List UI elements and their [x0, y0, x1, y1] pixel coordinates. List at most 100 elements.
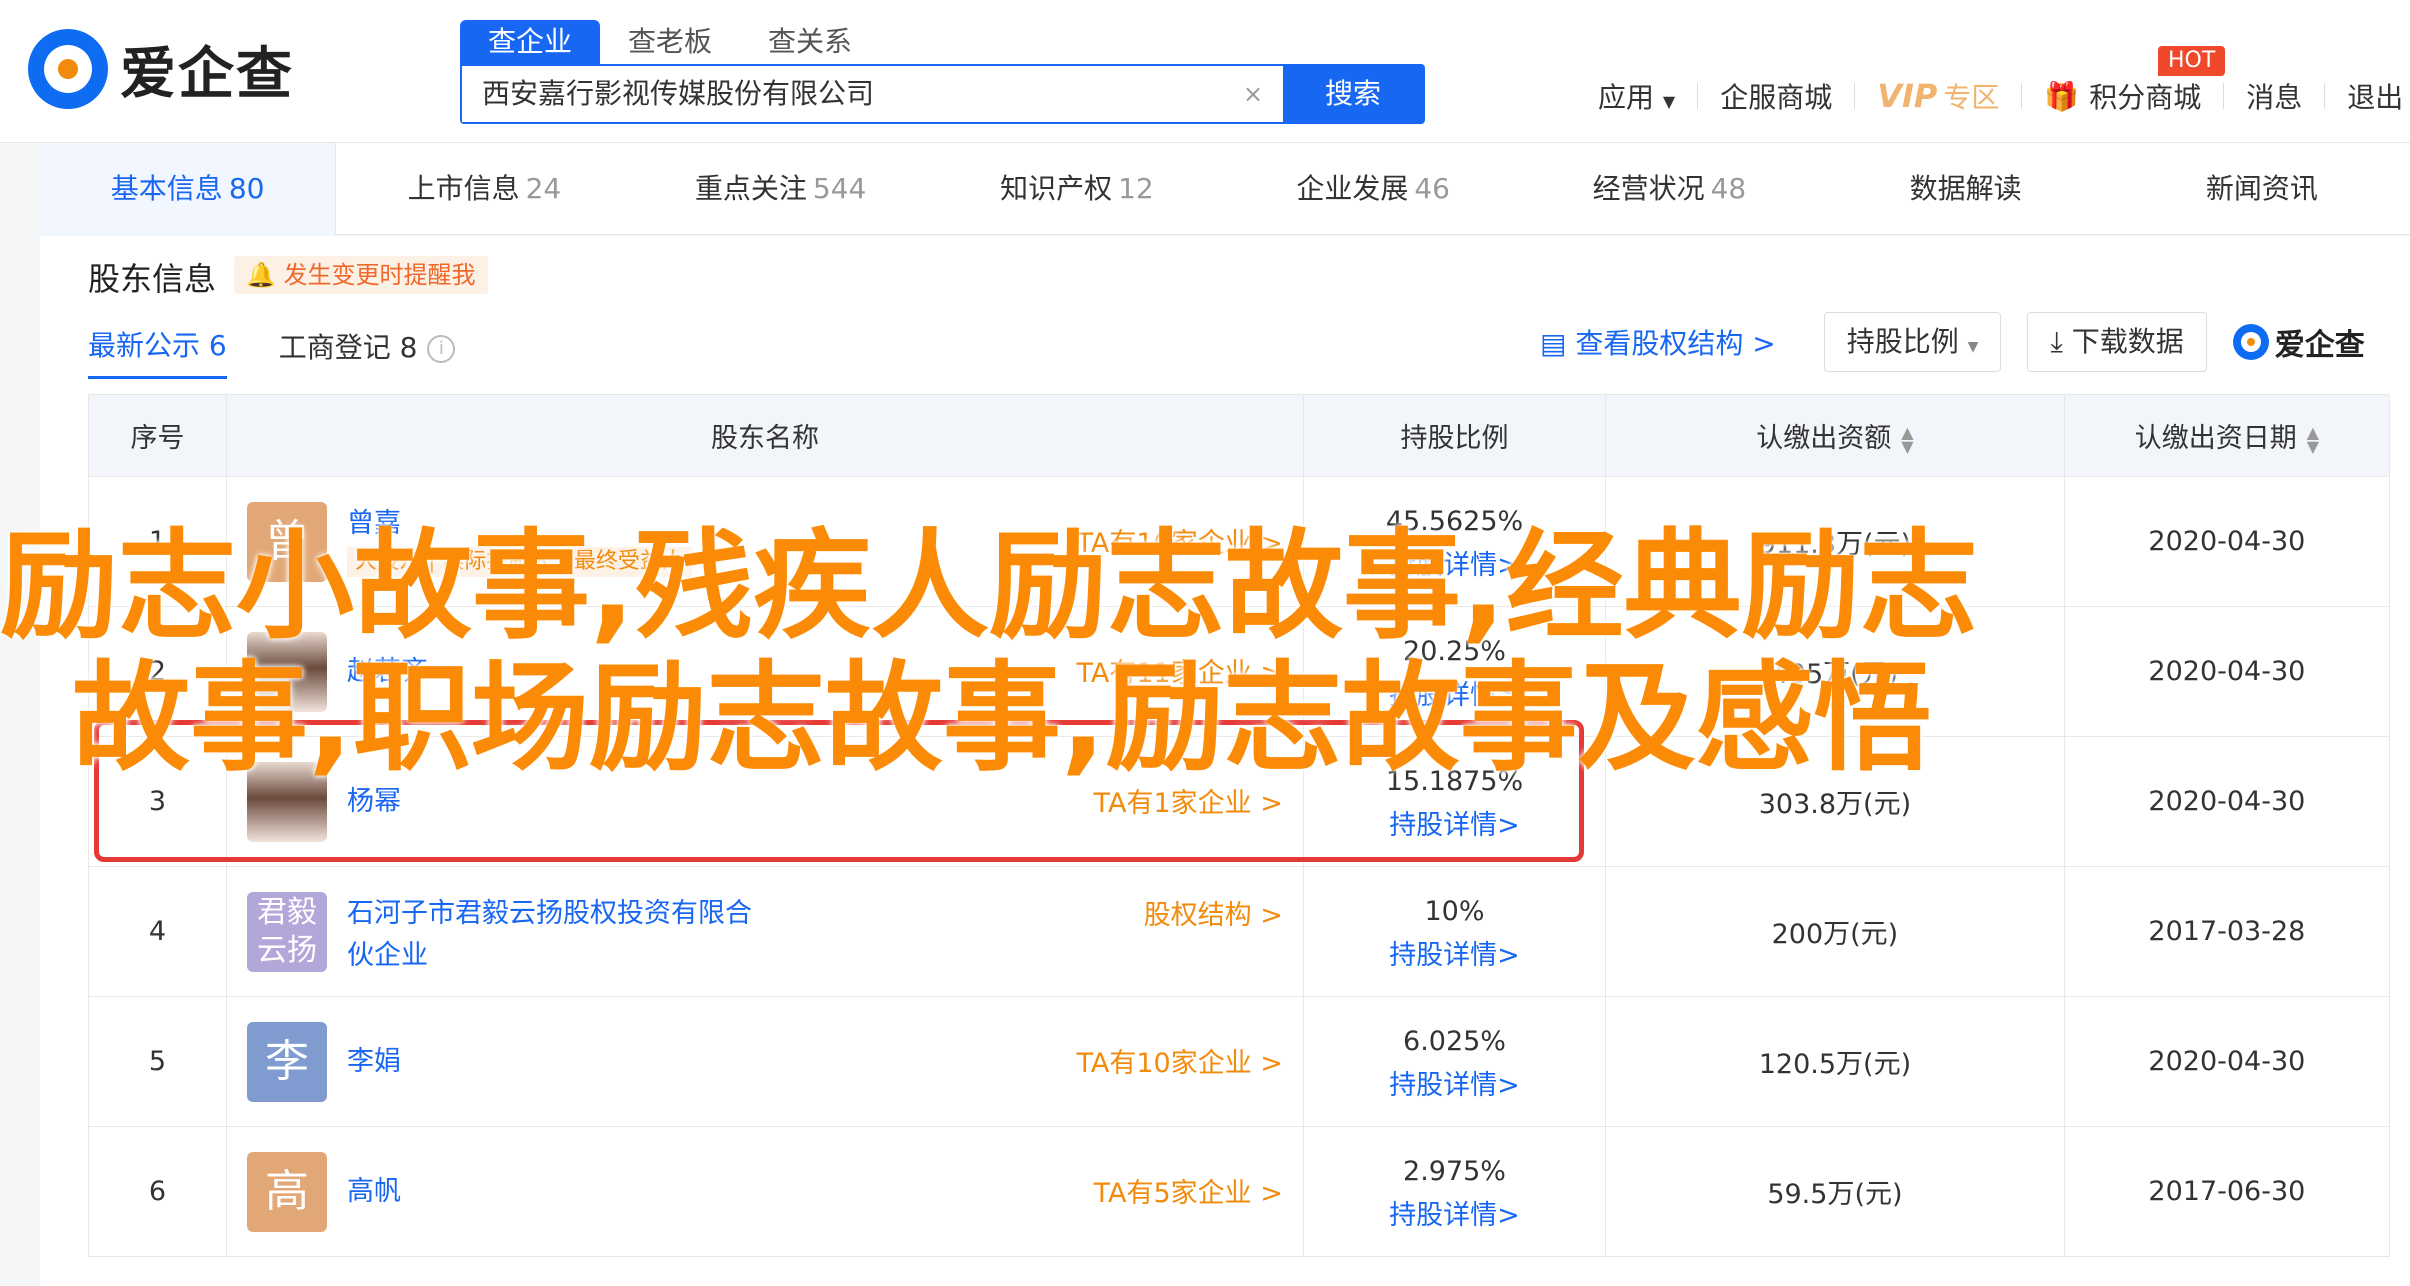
related-companies-link[interactable]: TA有10家企业 >	[1076, 521, 1282, 560]
shareholder-name[interactable]: 李娟	[347, 1041, 777, 1083]
shareholder-panel: 股东信息 🔔 发生变更时提醒我 最新公示 6 工商登记 8 i ▤ 查看股权结构 …	[40, 236, 2410, 1286]
divider	[2021, 83, 2023, 109]
search-input[interactable]	[462, 66, 1223, 122]
tab-listing-info[interactable]: 上市信息 24	[336, 143, 632, 235]
nav-points[interactable]: 积分商城	[2089, 76, 2201, 116]
gift-icon: 🎁	[2044, 79, 2080, 113]
caret-down-icon: ▼	[1662, 92, 1676, 111]
tab-label: 企业发展	[1296, 172, 1409, 205]
view-structure-link[interactable]: ▤ 查看股权结构 >	[1540, 322, 1776, 362]
change-remind-button[interactable]: 🔔 发生变更时提醒我	[234, 256, 488, 294]
subtab-registration[interactable]: 工商登记 8 i	[279, 326, 456, 378]
holding-detail-link[interactable]: 持股详情>	[1304, 673, 1605, 712]
row-amount: 405万(元)	[1605, 606, 2065, 737]
divider	[1854, 83, 1856, 109]
holding-detail-link[interactable]: 持股详情>	[1304, 933, 1605, 972]
divider	[2324, 83, 2326, 109]
download-button[interactable]: ⤓ 下载数据	[2027, 312, 2207, 372]
tab-label: 知识产权	[1000, 172, 1113, 205]
row-ratio: 6.025% 持股详情>	[1302, 996, 1607, 1127]
tab-label: 新闻资讯	[2205, 172, 2318, 205]
holding-detail-link[interactable]: 持股详情>	[1304, 543, 1605, 582]
info-icon[interactable]: i	[427, 334, 456, 363]
row-date: 2020-04-30	[2063, 736, 2391, 867]
avatar: 李	[247, 1021, 328, 1102]
related-companies-link[interactable]: TA有11家企业 >	[1076, 651, 1282, 690]
logo-icon	[28, 29, 108, 109]
tab-key-focus[interactable]: 重点关注 544	[633, 143, 929, 235]
row-no: 3	[87, 736, 228, 867]
tab-count: 46	[1414, 172, 1450, 205]
holding-detail-link[interactable]: 持股详情>	[1304, 1063, 1605, 1102]
avatar: 高	[247, 1151, 328, 1232]
shareholder-name[interactable]: 曾嘉	[347, 503, 777, 545]
subtab-latest[interactable]: 最新公示 6	[88, 324, 227, 379]
download-icon: ⤓	[2050, 325, 2063, 358]
col-no: 序号	[87, 394, 228, 477]
row-ratio: 45.5625% 持股详情>	[1302, 476, 1607, 607]
top-nav: 应用 ▼ 企服商城 VIP 专区 🎁 积分商城 消息 退出	[1598, 76, 2403, 116]
col-date[interactable]: 认缴出资日期 ▲ ▼	[2063, 394, 2391, 477]
tag-major: 大股东	[355, 549, 422, 574]
subtab-label: 工商登记 8	[278, 330, 418, 364]
ratio-dropdown[interactable]: 持股比例 ▼	[1823, 312, 2002, 372]
avatar: 君毅云扬	[247, 891, 328, 972]
ratio-value: 20.25%	[1403, 636, 1506, 667]
row-name-cell: 曾 曾嘉 大股东 | 实际控制人 | 最终受益人 TA有10家企业 >	[226, 476, 1304, 607]
vip-zone-label: 专区	[1943, 81, 2000, 114]
tab-development[interactable]: 企业发展 46	[1225, 143, 1521, 235]
shareholder-name[interactable]: 石河子市君毅云扬股权投资有限合伙企业	[347, 893, 777, 977]
shareholder-name[interactable]: 高帆	[347, 1171, 777, 1213]
row-date: 2020-04-30	[2063, 996, 2391, 1127]
tab-count: 80	[228, 172, 265, 205]
tab-ip[interactable]: 知识产权 12	[929, 143, 1225, 235]
structure-icon: ▤	[1540, 327, 1567, 360]
ratio-label: 持股比例	[1846, 325, 1959, 358]
holding-detail-link[interactable]: 持股详情>	[1304, 803, 1605, 842]
nav-apps-label: 应用	[1598, 81, 1655, 114]
nav-messages[interactable]: 消息	[2246, 76, 2302, 116]
tab-data-analysis[interactable]: 数据解读	[1818, 143, 2114, 235]
search-tab-boss[interactable]: 查老板	[600, 20, 740, 64]
shareholder-name[interactable]: 杨幂	[347, 781, 777, 823]
search-button[interactable]: 搜索	[1283, 66, 1423, 122]
row-no: 6	[87, 1126, 228, 1257]
equity-structure-link[interactable]: 股权结构 >	[1144, 893, 1283, 932]
row-amount: 200万(元)	[1605, 866, 2065, 997]
tab-label: 重点关注	[694, 172, 807, 205]
tag-beneficiary: 最终受益人	[573, 549, 684, 574]
row-no: 1	[87, 476, 228, 607]
remind-label: 发生变更时提醒我	[283, 261, 476, 289]
row-amount: 120.5万(元)	[1605, 996, 2065, 1127]
col-amount[interactable]: 认缴出资额 ▲ ▼	[1605, 394, 2065, 477]
bell-icon: 🔔	[246, 261, 276, 289]
clear-icon[interactable]: ×	[1223, 66, 1283, 122]
row-ratio: 20.25% 持股详情>	[1302, 606, 1607, 737]
nav-apps[interactable]: 应用 ▼	[1598, 76, 1675, 116]
related-companies-link[interactable]: TA有10家企业 >	[1076, 1041, 1282, 1080]
search-tab-relation[interactable]: 查关系	[740, 20, 880, 64]
col-name: 股东名称	[226, 394, 1304, 477]
row-name-cell: 高 高帆 TA有5家企业 >	[226, 1126, 1304, 1257]
sort-icon: ▲ ▼	[1901, 422, 1914, 456]
nav-logout[interactable]: 退出	[2347, 76, 2403, 116]
related-companies-link[interactable]: TA有1家企业 >	[1094, 781, 1283, 820]
row-name-cell: 君毅云扬 石河子市君毅云扬股权投资有限合伙企业 股权结构 >	[226, 866, 1304, 997]
nav-mall[interactable]: 企服商城	[1720, 76, 1832, 116]
search-tab-company[interactable]: 查企业	[460, 20, 601, 64]
row-no: 4	[87, 866, 228, 997]
tab-basic-info[interactable]: 基本信息 80	[40, 143, 337, 235]
holding-detail-link[interactable]: 持股详情>	[1304, 1193, 1605, 1232]
sort-icon: ▲ ▼	[2306, 422, 2320, 456]
tab-news[interactable]: 新闻资讯	[2114, 143, 2410, 235]
logo[interactable]: 爱企查	[28, 28, 294, 110]
role-tags: 大股东 | 实际控制人 | 最终受益人	[347, 547, 692, 577]
row-date: 2017-03-28	[2063, 866, 2391, 997]
tab-operations[interactable]: 经营状况 48	[1521, 143, 1817, 235]
brand-text: 爱企查	[2274, 328, 2365, 363]
related-companies-link[interactable]: TA有5家企业 >	[1094, 1171, 1283, 1210]
nav-vip[interactable]: VIP 专区	[1877, 76, 1999, 116]
avatar-photo	[247, 761, 328, 842]
shareholder-name[interactable]: 赵若齐	[347, 651, 777, 693]
table-row: 6 高 高帆 TA有5家企业 > 2.975% 持股详情> 59.5万(元) 20…	[87, 1126, 2391, 1257]
